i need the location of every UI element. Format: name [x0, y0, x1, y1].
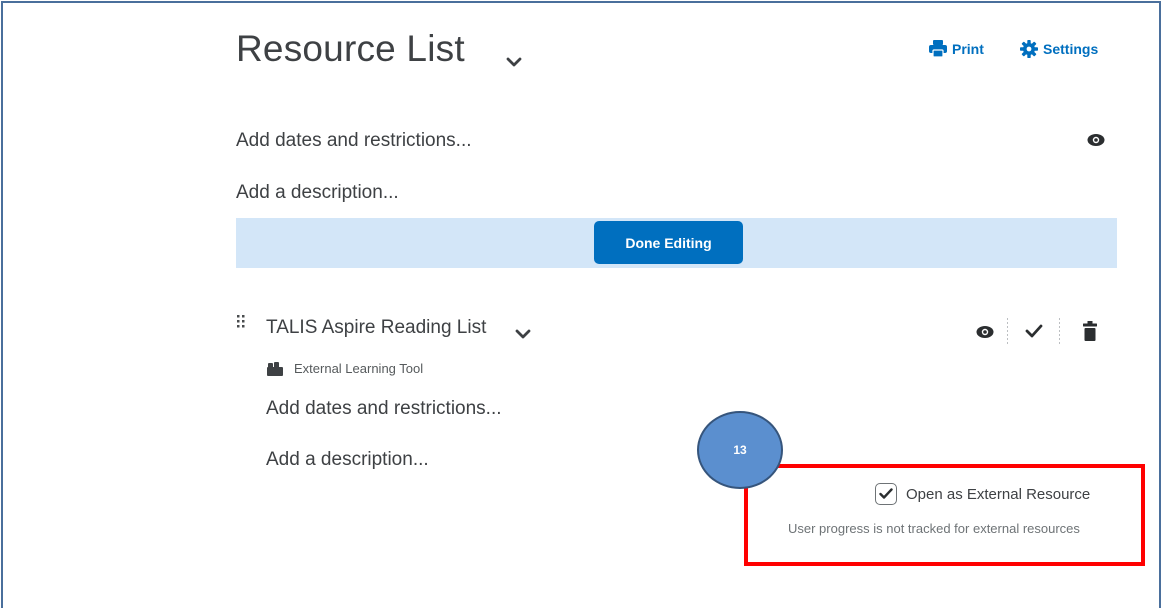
print-label: Print — [952, 40, 984, 57]
checkmark-icon[interactable] — [1025, 324, 1043, 338]
tool-type-label: External Learning Tool — [294, 361, 424, 376]
highlight-box — [744, 464, 1145, 566]
page-title: Resource List — [236, 28, 465, 69]
chevron-down-icon[interactable] — [506, 56, 522, 68]
chevron-down-icon[interactable] — [515, 329, 531, 340]
puzzle-icon — [267, 361, 283, 376]
eye-icon[interactable] — [976, 325, 994, 339]
gear-icon — [1020, 40, 1038, 58]
settings-label: Settings — [1043, 41, 1099, 57]
step-marker: 13 — [697, 411, 783, 489]
external-resource-option: Open as External Resource — [875, 483, 1090, 505]
item-title[interactable]: TALIS Aspire Reading List — [266, 317, 486, 339]
external-resource-checkbox[interactable] — [875, 483, 897, 505]
eye-icon[interactable] — [1087, 133, 1105, 147]
step-number: 13 — [733, 443, 747, 457]
checkmark-icon — [879, 488, 893, 499]
tool-type-row: External Learning Tool — [266, 361, 423, 376]
done-editing-button[interactable]: Done Editing — [594, 221, 743, 264]
item-add-description-link[interactable]: Add a description... — [266, 449, 429, 471]
add-description-link[interactable]: Add a description... — [236, 182, 399, 204]
drag-handle-icon[interactable] — [236, 314, 246, 332]
external-resource-note: User progress is not tracked for externa… — [788, 521, 1080, 536]
item-add-dates-link[interactable]: Add dates and restrictions... — [266, 398, 502, 420]
external-resource-label[interactable]: Open as External Resource — [906, 486, 1090, 503]
separator — [1059, 318, 1060, 344]
separator — [1007, 318, 1008, 344]
add-dates-link[interactable]: Add dates and restrictions... — [236, 130, 472, 152]
trash-icon[interactable] — [1083, 321, 1097, 341]
print-button[interactable]: Print — [929, 40, 984, 57]
settings-button[interactable]: Settings — [1020, 40, 1098, 58]
printer-icon — [929, 40, 947, 57]
